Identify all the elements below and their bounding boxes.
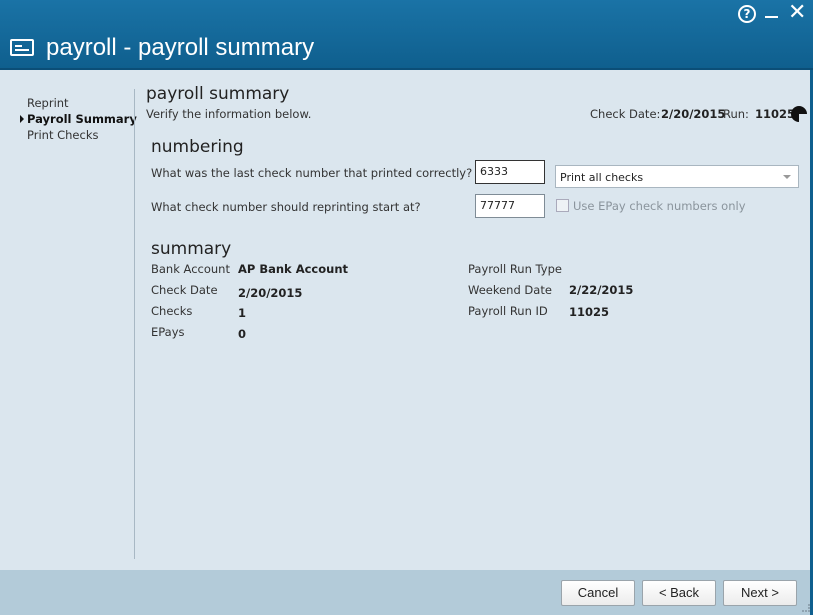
nav-item-payroll-summary[interactable]: Payroll Summary — [27, 112, 137, 126]
help-icon[interactable]: ? — [738, 5, 756, 23]
nav-divider — [134, 89, 135, 559]
cancel-button[interactable]: Cancel — [561, 580, 635, 606]
check-date-label: Check Date: — [590, 107, 661, 121]
reprint-start-number-input[interactable]: 77777 — [475, 194, 545, 218]
epays-value: 0 — [238, 327, 247, 341]
run-value: 11025 — [755, 107, 796, 121]
back-button[interactable]: < Back — [642, 580, 716, 606]
pie-chart-icon[interactable] — [791, 106, 807, 122]
checks-label: Checks — [151, 304, 193, 318]
last-check-question: What was the last check number that prin… — [151, 166, 473, 180]
next-button[interactable]: Next > — [723, 580, 797, 606]
check-date-value: 2/20/2015 — [661, 107, 726, 121]
check-date-summary-label: Check Date — [151, 283, 218, 297]
reprint-start-question: What check number should reprinting star… — [151, 200, 421, 214]
bank-account-label: Bank Account — [151, 262, 230, 276]
card-icon — [10, 39, 34, 56]
run-label: Run: — [723, 107, 749, 121]
close-icon[interactable]: ✕ — [788, 1, 806, 25]
check-date-summary-value: 2/20/2015 — [238, 286, 303, 300]
payroll-run-id-label: Payroll Run ID — [468, 304, 548, 318]
bank-account-value: AP Bank Account — [238, 262, 349, 276]
payroll-run-id-value: 11025 — [569, 305, 610, 319]
weekend-date-value: 2/22/2015 — [569, 283, 634, 297]
last-check-number-input[interactable]: 6333 — [475, 160, 545, 184]
print-option-select[interactable]: Print all checks — [555, 165, 799, 188]
wizard-nav — [0, 70, 135, 560]
epays-label: EPays — [151, 325, 185, 339]
nav-item-reprint[interactable]: Reprint — [27, 96, 69, 110]
epay-only-label: Use EPay check numbers only — [573, 199, 746, 213]
summary-heading: summary — [151, 239, 232, 259]
print-option-selected: Print all checks — [560, 171, 644, 184]
window-title: payroll - payroll summary — [46, 34, 315, 61]
current-step-arrow-icon — [20, 115, 24, 123]
weekend-date-label: Weekend Date — [468, 283, 552, 297]
payroll-run-type-label: Payroll Run Type — [468, 262, 562, 276]
epay-only-checkbox[interactable] — [556, 199, 569, 212]
nav-item-print-checks[interactable]: Print Checks — [27, 128, 98, 142]
checks-value: 1 — [238, 306, 247, 320]
page-title: payroll summary — [146, 84, 290, 104]
resize-grip-icon[interactable] — [802, 604, 810, 612]
chevron-down-icon — [783, 175, 791, 179]
minimize-icon[interactable] — [765, 16, 778, 18]
page-instruction: Verify the information below. — [146, 107, 312, 121]
title-bar: payroll - payroll summary ? ✕ — [0, 0, 813, 70]
numbering-heading: numbering — [151, 137, 244, 157]
